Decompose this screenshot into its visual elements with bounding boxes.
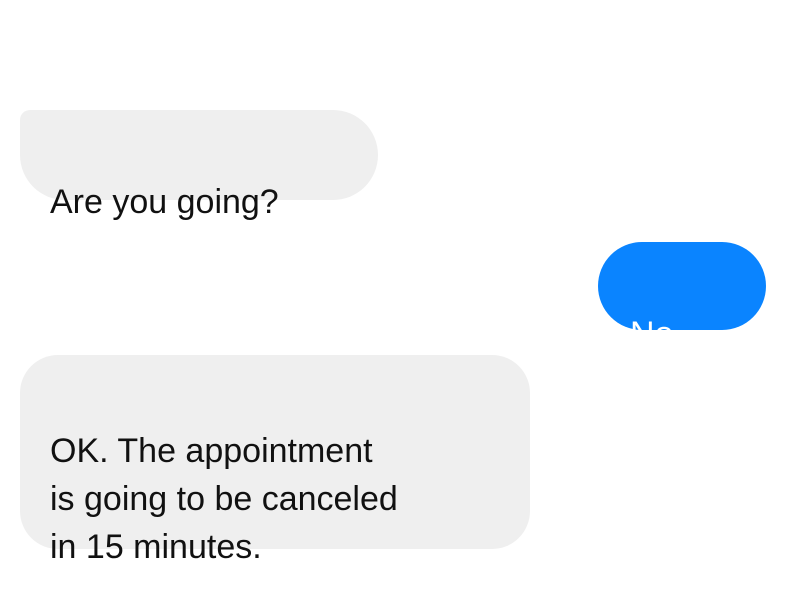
incoming-message-bubble: OK. The appointment is going to be cance…	[20, 355, 530, 566]
chat-thread: Are you going? No... OK. The appointment…	[0, 0, 800, 600]
outgoing-message-bubble: No...	[598, 242, 766, 353]
message-text: Are you going?	[50, 183, 279, 221]
incoming-message-bubble: Are you going?	[20, 110, 378, 221]
message-text: No...	[630, 315, 702, 353]
message-text: OK. The appointment is going to be cance…	[50, 432, 398, 566]
